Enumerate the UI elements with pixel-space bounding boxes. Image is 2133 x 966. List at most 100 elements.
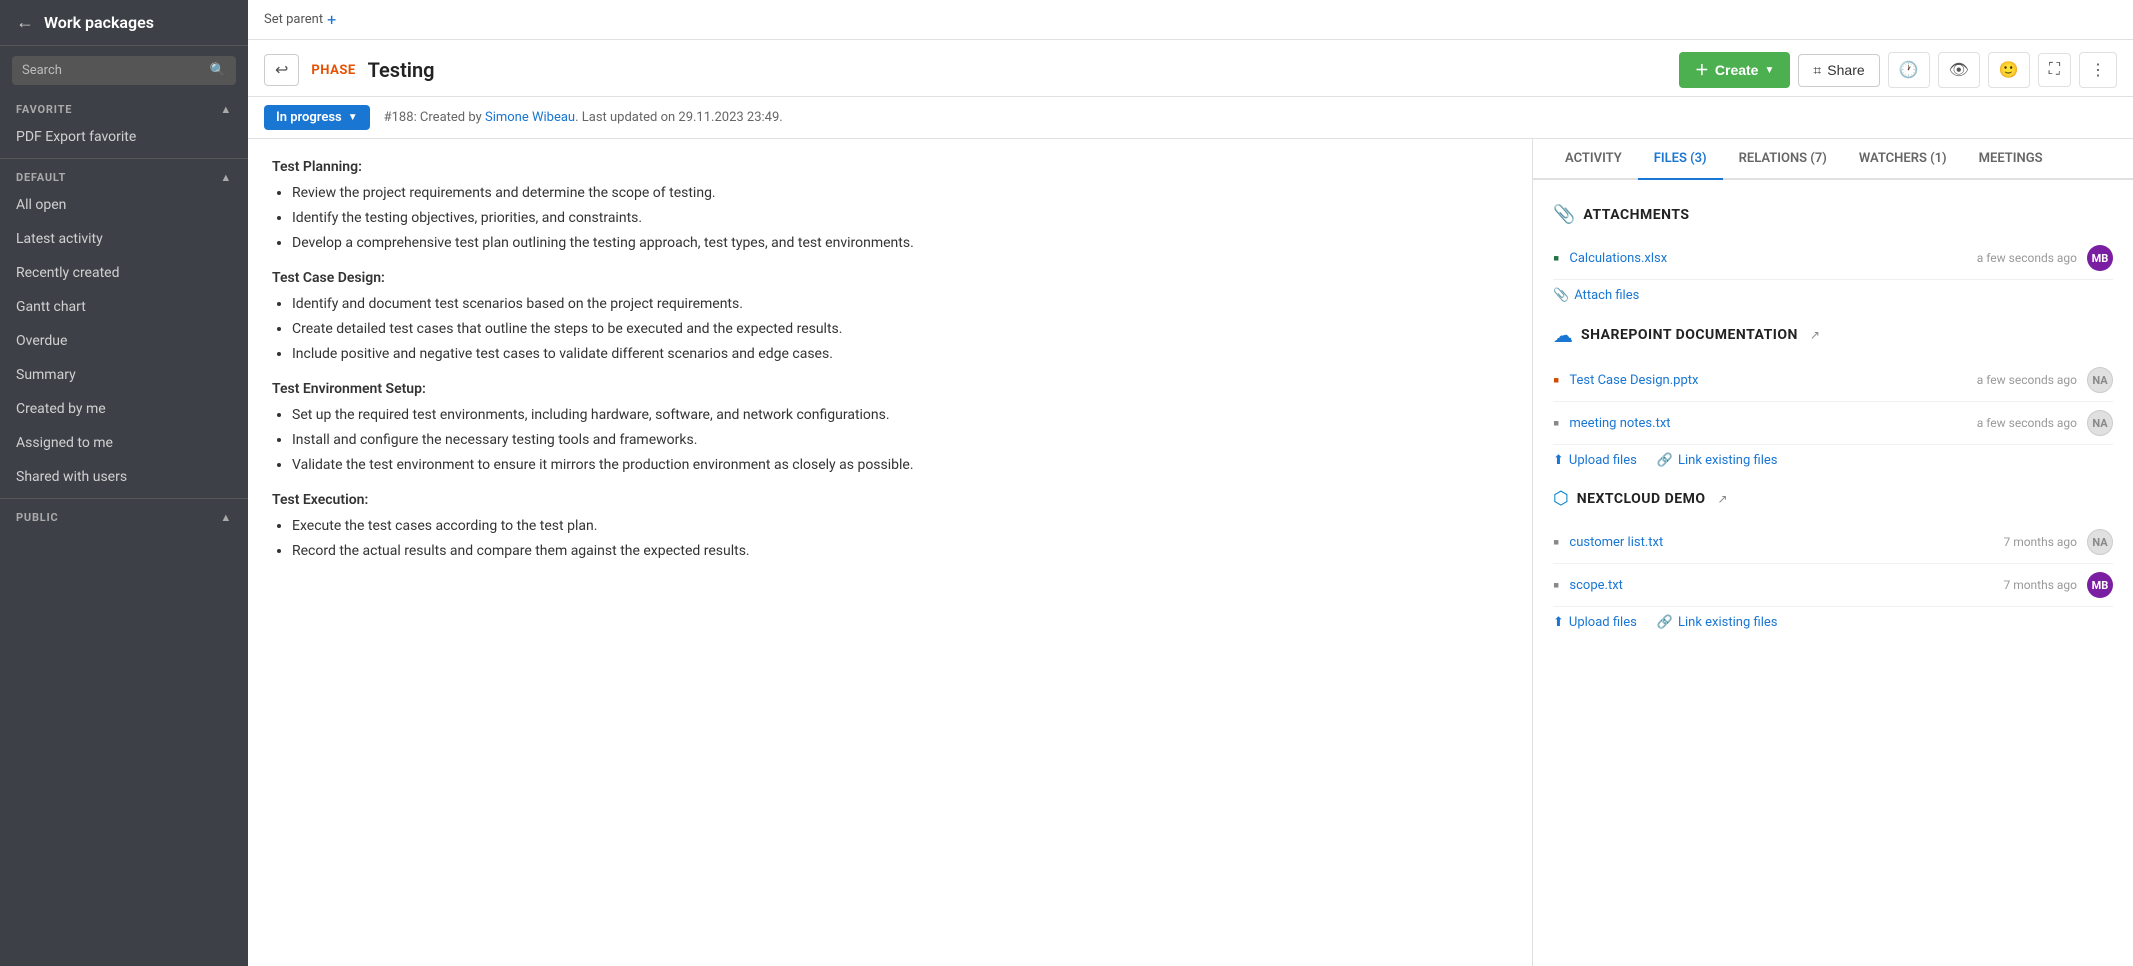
- wp-actions: ＋ Create ▼ ⌗ Share 🕐 👁 🙂 ⛶ ⋮: [1679, 52, 2117, 88]
- divider: [0, 158, 248, 159]
- section-heading-2: Test Environment Setup:: [272, 381, 1508, 397]
- txt-file-icon-2: ▪: [1553, 532, 1559, 553]
- tabs-bar: ACTIVITY FILES (3) RELATIONS (7) WATCHER…: [1533, 139, 2133, 180]
- list-item: Identify and document test scenarios bas…: [292, 294, 1508, 315]
- list-item: Create detailed test cases that outline …: [292, 319, 1508, 340]
- sidebar-item-pdf-export[interactable]: PDF Export favorite: [0, 120, 248, 154]
- sharepoint-section-header: ☁ SHAREPOINT DOCUMENTATION ↗: [1553, 323, 2113, 347]
- file-link-meeting-notes[interactable]: meeting notes.txt: [1569, 416, 1966, 431]
- file-row-customer-list: ▪ customer list.txt 7 months ago NA: [1553, 521, 2113, 564]
- wp-meta: #188: Created by Simone Wibeau. Last upd…: [384, 110, 783, 125]
- sidebar-item-latest-activity[interactable]: Latest activity: [0, 222, 248, 256]
- file-time-scope: 7 months ago: [2003, 578, 2077, 592]
- list-item: Record the actual results and compare th…: [292, 541, 1508, 562]
- txt-file-icon-3: ▪: [1553, 575, 1559, 596]
- share-button[interactable]: ⌗ Share: [1798, 54, 1879, 87]
- sidebar-back-icon[interactable]: ←: [16, 12, 34, 33]
- external-link-icon-nc[interactable]: ↗: [1717, 492, 1727, 506]
- sidebar-section-favorite: FAVORITE ▲ PDF Export favorite: [0, 95, 248, 154]
- wp-back-button[interactable]: ↩: [264, 54, 299, 86]
- sidebar-section-default: DEFAULT ▲ All open Latest activity Recen…: [0, 163, 248, 494]
- nextcloud-title: NEXTCLOUD DEMO: [1577, 491, 1706, 507]
- section-heading-1: Test Case Design:: [272, 270, 1508, 286]
- emoji-icon: 🙂: [1999, 60, 2019, 80]
- cloud-icon: ☁: [1553, 323, 1573, 347]
- sidebar-item-recently-created[interactable]: Recently created: [0, 256, 248, 290]
- file-link-customer-list[interactable]: customer list.txt: [1569, 535, 1993, 550]
- file-time-meeting-notes: a few seconds ago: [1977, 416, 2077, 430]
- attachments-title: ATTACHMENTS: [1583, 207, 1689, 223]
- emoji-button[interactable]: 🙂: [1988, 52, 2030, 88]
- expand-icon: ⛶: [2049, 61, 2060, 79]
- sidebar-section-header-public[interactable]: PUBLIC ▲: [0, 503, 248, 528]
- set-parent-button[interactable]: Set parent +: [264, 10, 336, 29]
- sidebar-item-shared-with-users[interactable]: Shared with users: [0, 460, 248, 494]
- sidebar-item-assigned-to-me[interactable]: Assigned to me: [0, 426, 248, 460]
- more-icon: ⋮: [2090, 60, 2106, 80]
- avatar-na-2: NA: [2087, 410, 2113, 436]
- author-link[interactable]: Simone Wibeau: [485, 110, 575, 125]
- sidebar-item-all-open[interactable]: All open: [0, 188, 248, 222]
- section-heading-0: Test Planning:: [272, 159, 1508, 175]
- sidebar-item-gantt-chart[interactable]: Gantt chart: [0, 290, 248, 324]
- upload-icon-nc: ⬆: [1553, 615, 1564, 630]
- attachments-section-header: 📎 ATTACHMENTS: [1553, 204, 2113, 225]
- upload-files-link-nc[interactable]: ⬆ Upload files: [1553, 615, 1637, 630]
- external-link-icon[interactable]: ↗: [1810, 328, 1820, 342]
- search-input[interactable]: Search 🔍: [12, 56, 236, 85]
- file-time-pptx: a few seconds ago: [1977, 373, 2077, 387]
- share-icon: ⌗: [1813, 62, 1821, 79]
- sidebar-item-created-by-me[interactable]: Created by me: [0, 392, 248, 426]
- tab-meetings[interactable]: MEETINGS: [1963, 139, 2059, 180]
- sidebar-item-summary[interactable]: Summary: [0, 358, 248, 392]
- attach-files-link[interactable]: 📎 Attach files: [1553, 288, 1639, 303]
- watch-button[interactable]: 👁: [1938, 52, 1980, 88]
- file-time-calculations: a few seconds ago: [1977, 251, 2077, 265]
- sidebar-section-header-default[interactable]: DEFAULT ▲: [0, 163, 248, 188]
- sidebar: ← Work packages Search 🔍 FAVORITE ▲ PDF …: [0, 0, 248, 966]
- link-files-link-sp[interactable]: 🔗 Link existing files: [1657, 453, 1778, 468]
- file-link-calculations[interactable]: Calculations.xlsx: [1569, 251, 1966, 266]
- nextcloud-section-header: ⬡ NEXTCLOUD DEMO ↗: [1553, 488, 2113, 509]
- more-button[interactable]: ⋮: [2079, 52, 2117, 88]
- chevron-up-icon: ▲: [220, 511, 232, 524]
- sidebar-item-overdue[interactable]: Overdue: [0, 324, 248, 358]
- avatar-na-nc: NA: [2087, 529, 2113, 555]
- chevron-up-icon: ▲: [220, 171, 232, 184]
- files-content: 📎 ATTACHMENTS ▪ Calculations.xlsx a few …: [1533, 180, 2133, 966]
- file-link-pptx[interactable]: Test Case Design.pptx: [1569, 373, 1966, 388]
- right-panel: ACTIVITY FILES (3) RELATIONS (7) WATCHER…: [1533, 139, 2133, 966]
- plus-icon: +: [327, 10, 336, 29]
- search-icon: 🔍: [210, 63, 226, 78]
- description-content: Test Planning: Review the project requir…: [272, 159, 1508, 562]
- list-item: Set up the required test environments, i…: [292, 405, 1508, 426]
- create-button[interactable]: ＋ Create ▼: [1679, 52, 1791, 88]
- expand-button[interactable]: ⛶: [2038, 53, 2071, 87]
- file-row-calculations: ▪ Calculations.xlsx a few seconds ago MB: [1553, 237, 2113, 280]
- status-badge[interactable]: In progress ▼: [264, 105, 370, 130]
- paperclip-icon: 📎: [1553, 204, 1575, 225]
- tab-activity[interactable]: ACTIVITY: [1549, 139, 1638, 180]
- wp-title: Testing: [368, 58, 435, 82]
- upload-icon: ⬆: [1553, 453, 1564, 468]
- list-item: Review the project requirements and dete…: [292, 183, 1508, 204]
- sharepoint-action-row: ⬆ Upload files 🔗 Link existing files: [1553, 445, 2113, 476]
- link-files-link-nc[interactable]: 🔗 Link existing files: [1657, 615, 1778, 630]
- history-button[interactable]: 🕐: [1888, 52, 1930, 88]
- sidebar-section-header-favorite[interactable]: FAVORITE ▲: [0, 95, 248, 120]
- upload-files-link-sp[interactable]: ⬆ Upload files: [1553, 453, 1637, 468]
- section-list-0: Review the project requirements and dete…: [292, 183, 1508, 254]
- chevron-down-icon: ▼: [348, 112, 358, 123]
- file-link-scope[interactable]: scope.txt: [1569, 578, 1993, 593]
- sidebar-title: Work packages: [44, 13, 154, 32]
- attach-action-row: 📎 Attach files: [1553, 280, 2113, 311]
- list-item: Identify the testing objectives, priorit…: [292, 208, 1508, 229]
- list-item: Include positive and negative test cases…: [292, 344, 1508, 365]
- tab-files[interactable]: FILES (3): [1638, 139, 1723, 180]
- file-time-customer-list: 7 months ago: [2003, 535, 2077, 549]
- tab-relations[interactable]: RELATIONS (7): [1723, 139, 1843, 180]
- description-panel: Test Planning: Review the project requir…: [248, 139, 1533, 966]
- tab-watchers[interactable]: WATCHERS (1): [1843, 139, 1963, 180]
- section-heading-3: Test Execution:: [272, 492, 1508, 508]
- section-list-2: Set up the required test environments, i…: [292, 405, 1508, 476]
